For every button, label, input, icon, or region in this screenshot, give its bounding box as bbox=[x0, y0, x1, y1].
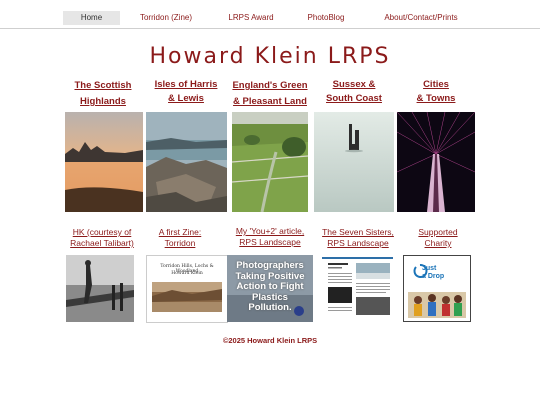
feature-link-hk-portrait[interactable]: HK (courtesy of Rachael Talibart) bbox=[63, 227, 141, 249]
photo-sussex-south-coast[interactable] bbox=[314, 112, 394, 212]
feature-link-zine-torridon[interactable]: A first Zine: Torridon bbox=[140, 227, 220, 249]
photo-scottish-highlands[interactable] bbox=[65, 112, 143, 212]
nav-lrps-award[interactable]: LRPS Award bbox=[222, 11, 280, 25]
category-label-line: & Lewis bbox=[168, 93, 204, 104]
category-link-england-green[interactable]: England's Green & Pleasant Land bbox=[228, 79, 312, 109]
thumb-seven-sisters-article[interactable] bbox=[320, 255, 395, 322]
feature-caption-line: HK (courtesy of bbox=[72, 227, 132, 237]
nav-about-contact-prints[interactable]: About/Contact/Prints bbox=[375, 11, 467, 25]
plastics-article-headline: Photographers Taking Positive Action to … bbox=[235, 260, 305, 313]
feature-caption-line: RPS Landscape bbox=[239, 237, 301, 247]
nav-home[interactable]: Home bbox=[63, 11, 120, 25]
thumb-zine-cover[interactable]: Torridon Hills, Lochs & Woodland Howard … bbox=[146, 255, 228, 323]
feature-link-seven-sisters[interactable]: The Seven Sisters, RPS Landscape bbox=[314, 227, 402, 249]
feature-caption-line: RPS Landscape bbox=[327, 238, 389, 248]
thumb-hk-portrait[interactable] bbox=[66, 255, 134, 322]
category-label-line: The Scottish bbox=[74, 80, 132, 91]
category-label-line: England's Green bbox=[232, 80, 308, 91]
photo-harris-lewis[interactable] bbox=[146, 112, 227, 212]
top-navigation: Home Torridon (Zine) LRPS Award PhotoBlo… bbox=[0, 0, 540, 29]
category-link-cities-towns[interactable]: Cities & Towns bbox=[396, 78, 476, 106]
charity-logo-text: Just a Drop bbox=[422, 265, 444, 281]
category-label-line: & Pleasant Land bbox=[233, 96, 307, 107]
nav-torridon-zine[interactable]: Torridon (Zine) bbox=[130, 11, 202, 25]
category-link-harris-lewis[interactable]: Isles of Harris & Lewis bbox=[146, 78, 226, 106]
category-label-line: Cities bbox=[423, 79, 449, 90]
category-label-line: & Towns bbox=[416, 93, 456, 104]
feature-caption-line: My 'You+2' article, bbox=[235, 226, 305, 236]
zine-cover-page: Torridon Hills, Lochs & Woodland Howard … bbox=[146, 255, 228, 323]
thumb-plastics-article[interactable]: Photographers Taking Positive Action to … bbox=[227, 255, 313, 322]
category-label-line: Sussex & bbox=[332, 79, 376, 90]
feature-caption-line: The Seven Sisters, bbox=[322, 227, 394, 237]
feature-caption-line: Torridon bbox=[164, 238, 196, 248]
photo-england-green[interactable] bbox=[232, 112, 308, 212]
charity-logo-line: Just bbox=[422, 265, 437, 272]
category-link-scottish-highlands[interactable]: The Scottish Highlands bbox=[63, 79, 143, 109]
zine-cover-author: Howard Klein bbox=[171, 271, 203, 276]
thumb-charity-logo[interactable]: Just a Drop bbox=[403, 255, 471, 322]
category-label-line: South Coast bbox=[326, 93, 382, 104]
feature-caption-line: A first Zine: bbox=[158, 227, 202, 237]
charity-logo-line: a Drop bbox=[422, 273, 445, 280]
feature-caption-line: Rachael Talibart) bbox=[70, 238, 134, 248]
zine-cover-image bbox=[152, 282, 222, 312]
category-label-line: Isles of Harris bbox=[154, 79, 218, 90]
feature-caption-line: Charity bbox=[424, 238, 452, 248]
category-label-line: Highlands bbox=[80, 96, 126, 107]
category-link-sussex-south-coast[interactable]: Sussex & South Coast bbox=[314, 78, 394, 106]
photo-cities-towns[interactable] bbox=[397, 112, 475, 212]
site-footer: ©2025 Howard Klein LRPS bbox=[222, 336, 318, 345]
nav-photoblog[interactable]: PhotoBlog bbox=[300, 11, 352, 25]
feature-link-supported-charity[interactable]: Supported Charity bbox=[398, 227, 478, 249]
feature-link-you-plus-2-article[interactable]: My 'You+2' article, RPS Landscape bbox=[226, 226, 314, 248]
feature-caption-line: Supported bbox=[418, 227, 458, 237]
site-title: Howard Klein LRPS bbox=[149, 44, 391, 69]
